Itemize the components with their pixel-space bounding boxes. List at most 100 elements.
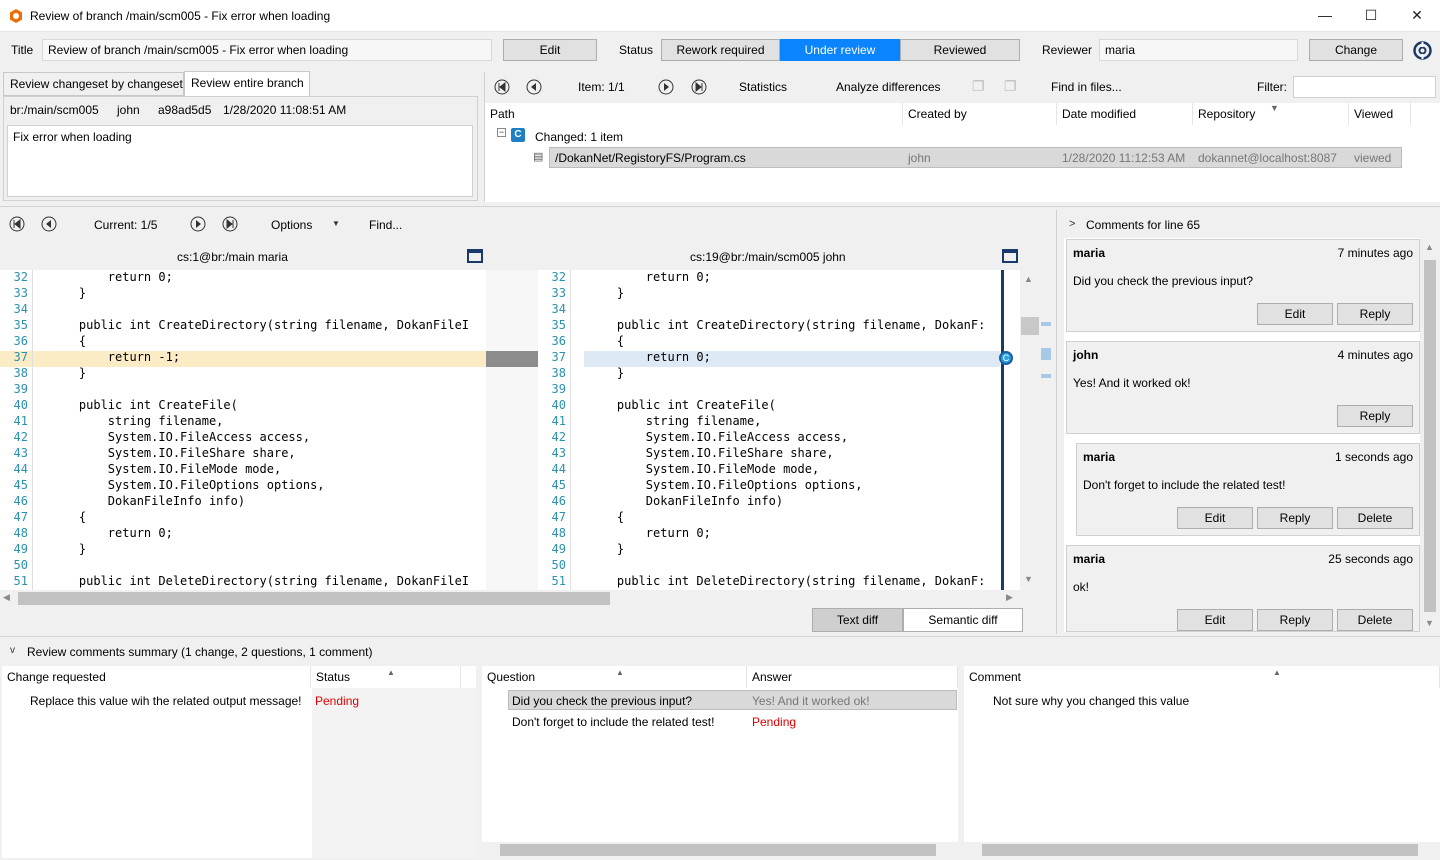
diff-first-icon[interactable] <box>9 216 25 232</box>
code-line[interactable]: } <box>50 366 86 380</box>
code-line[interactable]: public int CreateDirectory(string filena… <box>588 318 985 332</box>
change-request-text[interactable]: Replace this value wih the related outpu… <box>30 694 302 708</box>
tab-changeset-by-changeset[interactable]: Review changeset by changeset <box>3 72 184 96</box>
comment-reply-button[interactable]: Reply <box>1257 507 1333 529</box>
col-answer[interactable]: Answer <box>747 666 958 688</box>
column-created-by[interactable]: Created by <box>903 103 1057 125</box>
code-line[interactable]: } <box>50 542 86 556</box>
comment-edit-button[interactable]: Edit <box>1257 303 1333 325</box>
code-line[interactable]: public int CreateFile( <box>50 398 238 412</box>
code-line[interactable]: DokanFileInfo info) <box>50 494 245 508</box>
column-viewed[interactable]: Viewed <box>1349 103 1411 125</box>
col-comment[interactable]: Comment <box>964 666 1440 688</box>
comment-delete-button[interactable]: Delete <box>1337 507 1413 529</box>
first-item-icon[interactable] <box>494 79 510 95</box>
comment-reply-button[interactable]: Reply <box>1257 609 1333 631</box>
collapse-icon[interactable]: − <box>497 128 506 137</box>
right-diff-pane[interactable]: 32 return 0; 33 } 34 35 public int CreateDi… <box>538 270 1000 590</box>
change-reviewer-button[interactable]: Change <box>1309 39 1403 61</box>
code-line[interactable]: public int CreateDirectory(string filena… <box>50 318 469 332</box>
collapse-summary-icon[interactable]: v <box>10 645 15 656</box>
comments-splitter[interactable] <box>1056 210 1057 634</box>
code-line[interactable]: } <box>588 366 624 380</box>
code-line[interactable]: { <box>588 510 624 524</box>
copy-left-icon[interactable]: ❐ <box>972 78 985 95</box>
analyze-differences-button[interactable]: Analyze differences <box>836 80 941 94</box>
scroll-up-icon[interactable]: ▲ <box>1024 274 1033 284</box>
col-question[interactable]: Question <box>482 666 747 688</box>
expand-comments-icon[interactable]: > <box>1069 218 1075 230</box>
semantic-diff-button[interactable]: Semantic diff <box>903 608 1023 632</box>
comment-delete-button[interactable]: Delete <box>1337 609 1413 631</box>
scroll-thumb[interactable] <box>1021 317 1039 335</box>
options-dropdown-icon[interactable]: ▼ <box>332 219 340 228</box>
code-line[interactable]: { <box>50 510 86 524</box>
h-scroll-thumb[interactable] <box>18 592 610 605</box>
next-item-icon[interactable] <box>658 79 674 95</box>
title-field[interactable]: Review of branch /main/scm005 - Fix erro… <box>42 39 492 61</box>
code-line[interactable]: System.IO.FileAccess access, <box>50 430 310 444</box>
filter-input[interactable] <box>1293 76 1436 98</box>
left-maximize-icon[interactable] <box>467 249 483 263</box>
code-line[interactable]: { <box>588 334 624 348</box>
diff-previous-icon[interactable] <box>41 216 57 232</box>
find-in-files-button[interactable]: Find in files... <box>1051 80 1122 94</box>
code-line[interactable]: public int CreateFile( <box>588 398 776 412</box>
code-line[interactable]: { <box>50 334 86 348</box>
col-change-requested[interactable]: Change requested <box>2 666 311 688</box>
code-line[interactable]: string filename, <box>50 414 224 428</box>
splitter-bottom[interactable] <box>0 636 1440 637</box>
code-line[interactable]: System.IO.FileShare share, <box>50 446 296 460</box>
reviewer-field[interactable]: maria <box>1099 39 1298 61</box>
tab-entire-branch[interactable]: Review entire branch <box>184 71 310 96</box>
text-diff-button[interactable]: Text diff <box>812 608 903 632</box>
code-line[interactable]: System.IO.FileMode mode, <box>588 462 819 476</box>
code-line[interactable]: } <box>588 542 624 556</box>
left-diff-pane[interactable]: 32 return 0; 33 } 34 35 public int CreateDi… <box>0 270 486 590</box>
right-maximize-icon[interactable] <box>1002 249 1018 263</box>
comment-summary-text[interactable]: Not sure why you changed this value <box>993 694 1189 708</box>
code-line[interactable]: string filename, <box>588 414 762 428</box>
scroll-down-icon[interactable]: ▼ <box>1024 574 1033 584</box>
status-under-review[interactable]: Under review <box>780 39 900 61</box>
code-line[interactable]: } <box>50 286 86 300</box>
question-text[interactable]: Don't forget to include the related test… <box>512 715 714 729</box>
code-line[interactable]: return -1; <box>50 350 180 364</box>
code-line[interactable]: return 0; <box>588 270 711 284</box>
code-line[interactable]: return 0; <box>588 350 711 364</box>
scroll-left-icon[interactable]: ◀ <box>3 592 10 603</box>
comments-scrollbar[interactable]: ▲ ▼ <box>1423 238 1437 632</box>
last-item-icon[interactable] <box>691 79 707 95</box>
comments-scroll-thumb[interactable] <box>1424 260 1436 612</box>
code-line[interactable]: return 0; <box>588 526 711 540</box>
comment-reply-button[interactable]: Reply <box>1337 303 1413 325</box>
column-date-modified[interactable]: Date modified <box>1057 103 1193 125</box>
statistics-button[interactable]: Statistics <box>739 80 787 94</box>
copy-right-icon[interactable]: ❐ <box>1004 78 1017 95</box>
minimize-button[interactable]: — <box>1302 0 1348 31</box>
code-line[interactable]: } <box>588 286 624 300</box>
diff-horizontal-scrollbar[interactable]: ◀ ▶ <box>0 590 1020 607</box>
code-line[interactable]: System.IO.FileOptions options, <box>588 478 863 492</box>
comments-scroll-up-icon[interactable]: ▲ <box>1425 242 1434 252</box>
changed-file-row[interactable]: /DokanNet/RegistoryFS/Program.cs john 1/… <box>549 147 1402 168</box>
diff-next-icon[interactable] <box>190 216 206 232</box>
comments-h-scrollbar[interactable] <box>964 842 1440 858</box>
questions-h-scrollbar[interactable] <box>482 842 958 858</box>
comment-edit-button[interactable]: Edit <box>1177 507 1253 529</box>
comments-scroll-down-icon[interactable]: ▼ <box>1425 618 1434 628</box>
column-path[interactable]: Path <box>485 103 903 125</box>
diff-overview-scrollbar[interactable]: ▲ ▼ <box>1020 270 1054 590</box>
code-line[interactable]: return 0; <box>50 526 173 540</box>
edit-title-button[interactable]: Edit <box>503 39 597 61</box>
maximize-button[interactable]: ☐ <box>1348 0 1394 31</box>
code-line[interactable]: System.IO.FileMode mode, <box>50 462 281 476</box>
code-line[interactable]: System.IO.FileOptions options, <box>50 478 325 492</box>
description-box[interactable]: Fix error when loading <box>7 125 473 197</box>
code-line[interactable]: System.IO.FileAccess access, <box>588 430 848 444</box>
code-line[interactable]: public int DeleteDirectory(string filena… <box>588 574 985 588</box>
scroll-right-icon[interactable]: ▶ <box>1006 592 1013 603</box>
diff-find-button[interactable]: Find... <box>369 218 402 232</box>
comment-edit-button[interactable]: Edit <box>1177 609 1253 631</box>
help-lifebuoy-icon[interactable] <box>1413 41 1432 60</box>
